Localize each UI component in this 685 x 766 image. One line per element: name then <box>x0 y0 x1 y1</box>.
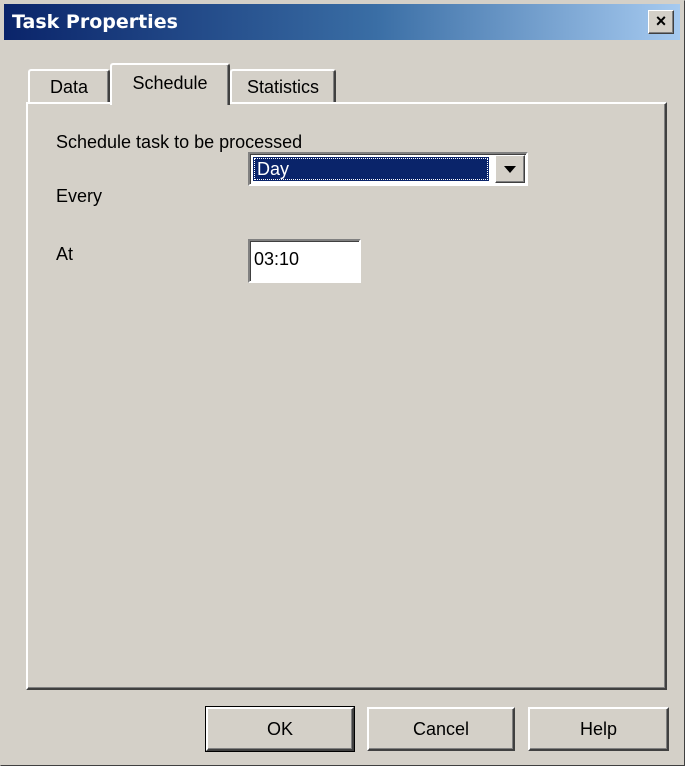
at-label: At <box>56 244 74 264</box>
tab-data[interactable]: Data <box>28 69 110 103</box>
task-properties-dialog: Task Properties × Data Schedule Statisti… <box>0 0 685 766</box>
tab-schedule-label: Schedule <box>132 73 208 93</box>
schedule-heading: Schedule task to be processed <box>56 132 303 152</box>
cancel-button[interactable]: Cancel <box>367 707 515 751</box>
tab-schedule[interactable]: Schedule <box>110 63 230 105</box>
tab-data-label: Data <box>49 77 89 97</box>
help-button[interactable]: Help <box>528 707 669 751</box>
schedule-panel: Schedule task to be processed Every Day … <box>26 102 667 690</box>
close-icon: × <box>655 11 667 31</box>
every-select[interactable]: Day <box>248 152 528 186</box>
at-time-input[interactable]: 03:10 <box>248 239 361 283</box>
window-title: Task Properties <box>12 11 178 33</box>
title-bar[interactable]: Task Properties × <box>4 4 680 40</box>
tab-statistics[interactable]: Statistics <box>230 69 336 103</box>
close-button[interactable]: × <box>648 10 674 34</box>
every-select-value: Day <box>253 157 489 181</box>
ok-button[interactable]: OK <box>205 706 355 752</box>
every-label: Every <box>56 186 103 206</box>
chevron-down-icon[interactable] <box>495 155 525 183</box>
tab-statistics-label: Statistics <box>246 77 320 97</box>
